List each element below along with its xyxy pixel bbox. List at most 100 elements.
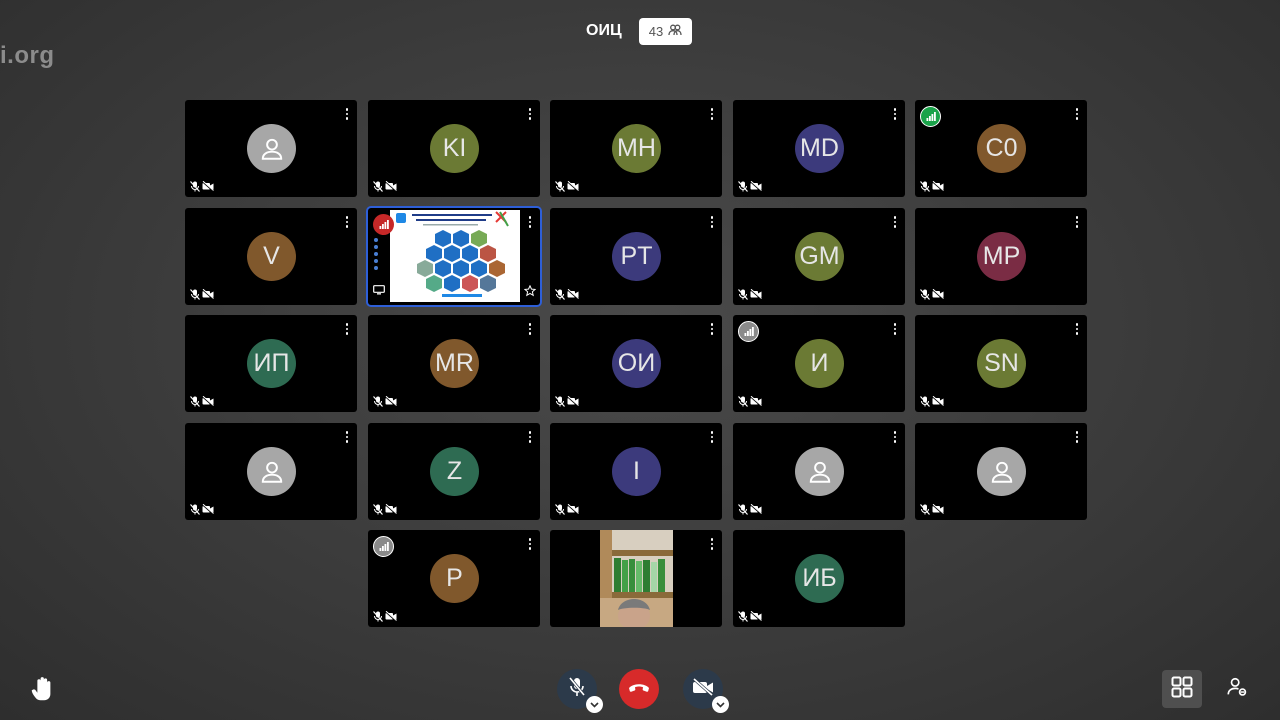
participant-tile[interactable]: ОИ [550,315,722,412]
participant-tile[interactable]: ИБ [733,530,905,627]
avatar: MD [795,124,844,173]
muted-status [920,181,944,192]
muted-status [555,396,579,407]
muted-status [555,504,579,515]
more-options-icon[interactable] [1071,106,1083,122]
participant-tile[interactable]: MH [550,100,722,197]
camera-toggle-button[interactable] [683,669,729,713]
muted-status [920,504,944,515]
more-options-icon[interactable] [524,536,536,552]
participant-tile[interactable]: PT [550,208,722,305]
more-options-icon[interactable] [706,321,718,337]
connection-good-icon[interactable] [920,106,941,127]
participant-count-badge[interactable]: 43 [639,18,692,45]
participant-tile[interactable]: V [185,208,357,305]
avatar: GM [795,232,844,281]
muted-status [190,289,214,300]
connection-status-icon[interactable] [738,321,759,342]
muted-status [555,289,579,300]
muted-status [555,181,579,192]
more-options-icon[interactable] [1071,321,1083,337]
participant-tile[interactable] [733,423,905,520]
grid-layout-icon [1170,675,1194,704]
participant-tile[interactable] [185,423,357,520]
muted-status [373,396,397,407]
muted-status [190,396,214,407]
participant-tile[interactable]: I [550,423,722,520]
people-icon [668,24,682,39]
participant-tile[interactable] [185,100,357,197]
muted-status [738,396,762,407]
muted-status [190,181,214,192]
more-options-icon[interactable] [889,214,901,230]
slide-nav-dots [374,238,378,270]
more-options-icon[interactable] [524,214,536,230]
screen-share-tile[interactable] [368,208,540,305]
participant-tile[interactable]: ИП [185,315,357,412]
participant-tile[interactable]: MR [368,315,540,412]
more-options-icon[interactable] [889,106,901,122]
participants-icon [1226,676,1248,703]
chevron-down-icon[interactable] [712,696,729,713]
more-options-icon[interactable] [1071,214,1083,230]
hangup-button[interactable] [619,669,659,709]
avatar: C0 [977,124,1026,173]
generic-avatar-icon [247,447,296,496]
more-options-icon[interactable] [524,429,536,445]
more-options-icon[interactable] [706,536,718,552]
muted-status [373,504,397,515]
participant-tile[interactable]: GM [733,208,905,305]
more-options-icon[interactable] [341,429,353,445]
avatar: Z [430,447,479,496]
camera-video-tile[interactable] [550,530,722,627]
muted-status [738,611,762,622]
camera-video [600,530,673,627]
hangup-icon [628,680,650,698]
chevron-down-icon[interactable] [586,696,603,713]
avatar: I [612,447,661,496]
muted-status [738,181,762,192]
participant-tile[interactable]: Z [368,423,540,520]
room-title: ОИЦ [586,22,622,39]
participants-button[interactable] [1222,674,1252,704]
avatar: MH [612,124,661,173]
muted-status [373,181,397,192]
star-icon[interactable] [523,284,537,302]
raise-hand-icon[interactable] [28,674,58,704]
avatar: ОИ [612,339,661,388]
participant-tile[interactable]: C0 [915,100,1087,197]
participant-tile[interactable]: И [733,315,905,412]
more-options-icon[interactable] [889,321,901,337]
more-options-icon[interactable] [706,429,718,445]
more-options-icon[interactable] [341,214,353,230]
more-options-icon[interactable] [341,106,353,122]
generic-avatar-icon [977,447,1026,496]
participant-count: 43 [648,24,664,39]
participant-tile[interactable]: KI [368,100,540,197]
more-options-icon[interactable] [524,321,536,337]
participant-tile[interactable]: MP [915,208,1087,305]
more-options-icon[interactable] [524,106,536,122]
avatar: V [247,232,296,281]
watermark-text: i.org [0,42,55,69]
muted-status [920,396,944,407]
avatar: PT [612,232,661,281]
muted-status [920,289,944,300]
more-options-icon[interactable] [889,429,901,445]
mic-toggle-button[interactable] [557,669,603,713]
more-options-icon[interactable] [1071,429,1083,445]
more-options-icon[interactable] [706,214,718,230]
participant-tile[interactable] [915,423,1087,520]
connection-poor-icon[interactable] [373,214,394,235]
more-options-icon[interactable] [341,321,353,337]
camera-off-icon [692,677,714,701]
avatar: ИБ [795,554,844,603]
participant-tile[interactable]: MD [733,100,905,197]
shared-slide-image [390,210,520,302]
connection-status-icon[interactable] [373,536,394,557]
grid-layout-button[interactable] [1162,670,1202,708]
more-options-icon[interactable] [706,106,718,122]
participant-tile[interactable]: SN [915,315,1087,412]
participant-tile[interactable]: P [368,530,540,627]
muted-status [738,289,762,300]
